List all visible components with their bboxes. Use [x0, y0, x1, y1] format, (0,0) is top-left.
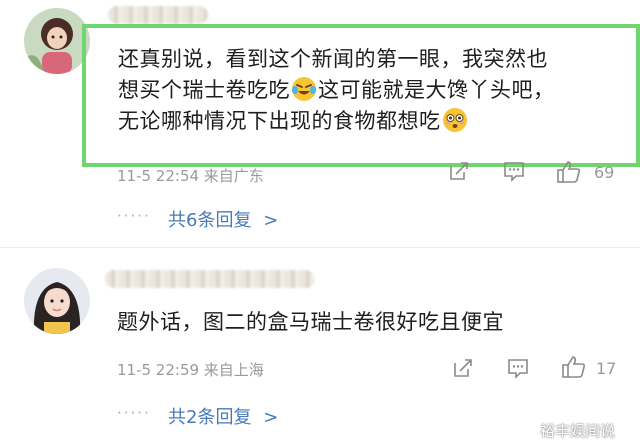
thumbs-up-icon [562, 356, 586, 378]
like-count: 17 [596, 359, 617, 378]
comment-text: 还真别说，看到这个新闻的第一眼，我突然也 想买个瑞士卷吃吃 这可能就是大馋丫头吧，… [118, 44, 628, 137]
share-icon [450, 162, 468, 180]
flushed-emoji-icon [442, 107, 468, 133]
username-blurred[interactable] [105, 270, 315, 288]
comment-line-part: 想买个瑞士卷吃吃 [118, 78, 290, 102]
comment-line-part: 无论哪种情况下出现的食物都想吃 [118, 109, 441, 133]
username-blurred[interactable] [108, 6, 208, 24]
like-button[interactable] [561, 355, 587, 383]
comment-icon [504, 162, 524, 182]
reply-dots: ····· [117, 207, 151, 225]
comment-text: 题外话，图二的盒马瑞士卷很好吃且便宜 [117, 310, 504, 334]
view-replies-label: 共6条回复 [168, 210, 252, 231]
share-button[interactable] [448, 160, 470, 186]
comment-button[interactable] [507, 358, 529, 383]
divider [0, 247, 640, 248]
comment-icon [508, 359, 528, 379]
comment-meta: 11-5 22:54 来自广东 [117, 167, 264, 185]
comment-meta: 11-5 22:59 来自上海 [117, 361, 264, 379]
view-replies-link[interactable]: 共2条回复 > [168, 403, 278, 429]
avatar[interactable] [24, 268, 90, 334]
chevron-right-icon: > [263, 210, 279, 231]
watermark: 裕丰娱间说 [540, 422, 616, 440]
view-replies-label: 共2条回复 [168, 407, 252, 428]
laughing-crying-emoji-icon [291, 76, 317, 102]
like-button[interactable] [556, 160, 582, 188]
view-replies-link[interactable]: 共6条回复 > [168, 206, 278, 232]
comment-line-2: 想买个瑞士卷吃吃 这可能就是大馋丫头吧， [118, 75, 628, 106]
comment-line-part: 这可能就是大馋丫头吧， [318, 78, 555, 102]
like-count: 69 [594, 163, 615, 182]
reply-dots: ····· [117, 404, 151, 422]
chevron-right-icon: > [263, 407, 279, 428]
comment-button[interactable] [503, 161, 525, 186]
comment-line-3: 无论哪种情况下出现的食物都想吃 [118, 106, 628, 137]
share-button[interactable] [452, 357, 474, 383]
comment-line: 还真别说，看到这个新闻的第一眼，我突然也 [118, 47, 548, 71]
avatar[interactable] [24, 8, 90, 74]
share-icon [454, 359, 472, 377]
thumbs-up-icon [557, 161, 581, 183]
